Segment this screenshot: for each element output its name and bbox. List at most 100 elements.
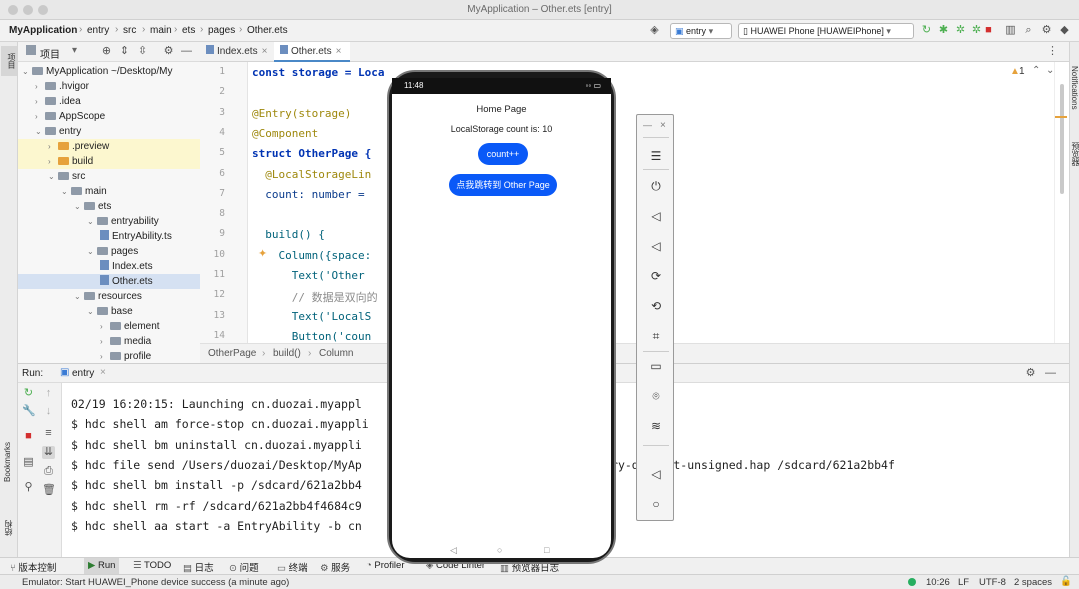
power-icon[interactable]: ⏻ xyxy=(637,179,675,194)
breadcrumb-struct[interactable]: OtherPage xyxy=(208,348,256,359)
tree-item[interactable]: ⌄ resources xyxy=(74,289,142,304)
navigate-other-page-button[interactable]: 点我跳转到 Other Page xyxy=(449,174,557,196)
rotate-icon[interactable]: ⟳ xyxy=(637,269,675,283)
chevron-right-icon[interactable]: › xyxy=(35,79,45,94)
editor-scrollbar[interactable] xyxy=(1054,62,1069,343)
wrench-icon[interactable]: 🔧 xyxy=(22,405,36,418)
chevron-down-icon[interactable]: ⌄ xyxy=(87,304,97,319)
tree-item[interactable]: ⌄ MyApplication ~/Desktop/My xyxy=(22,64,172,79)
code-line[interactable]: count: number = xyxy=(252,188,364,201)
pin-icon[interactable]: ⚲ xyxy=(22,481,35,494)
chevron-right-icon[interactable]: › xyxy=(35,94,45,109)
rerun-icon[interactable]: ↻ xyxy=(22,387,35,400)
rotate-back-icon[interactable]: ⟲ xyxy=(637,299,675,313)
chevron-down-icon[interactable]: ⌄ xyxy=(74,289,84,304)
hide-panel-icon[interactable]: — xyxy=(180,45,193,58)
chevron-right-icon[interactable]: › xyxy=(100,319,110,334)
tree-item[interactable]: Index.ets xyxy=(100,259,153,274)
chevron-down-icon[interactable]: ⌄ xyxy=(48,169,58,184)
bookmarks-tool-button[interactable]: Bookmarks xyxy=(3,442,12,482)
crumb-main[interactable]: main xyxy=(150,25,172,36)
tool-window-play[interactable]: ▶ Run xyxy=(84,558,120,574)
code-line[interactable]: Text('LocalS xyxy=(252,310,371,323)
tool-window-terminal[interactable]: ▭ 终端 xyxy=(277,560,308,574)
tab-other-ets[interactable]: Other.ets × xyxy=(274,42,350,62)
code-line[interactable]: build() { xyxy=(252,228,325,241)
tool-window-list[interactable]: ☰ TODO xyxy=(133,560,171,571)
chevron-down-icon[interactable]: ▾ xyxy=(72,45,77,56)
device-manager-icon[interactable]: ▥ xyxy=(1004,24,1017,37)
layout-icon[interactable]: ▤ xyxy=(22,456,35,469)
soft-wrap-icon[interactable]: ≡ xyxy=(42,427,55,440)
collapse-all-icon[interactable]: ⇳ xyxy=(136,45,149,58)
chevron-down-icon[interactable]: ⌄ xyxy=(61,184,71,199)
screenshot-icon[interactable]: ⌗ xyxy=(637,329,675,344)
chevron-down-icon[interactable]: ⌄ xyxy=(74,199,84,214)
arrow-down-icon[interactable]: ↓ xyxy=(42,405,55,418)
scroll-thumb[interactable] xyxy=(1060,84,1064,194)
scroll-to-end-icon[interactable]: ⇊ xyxy=(42,446,55,459)
count-increment-button[interactable]: count++ xyxy=(478,143,528,165)
location-icon[interactable]: ⌾ xyxy=(637,389,675,404)
rerun-icon[interactable]: ↻ xyxy=(920,24,933,37)
tree-item[interactable]: › element xyxy=(100,319,160,334)
arrow-up-icon[interactable]: ↑ xyxy=(42,387,55,400)
tree-item[interactable]: ⌄ entry xyxy=(35,124,81,139)
tree-item[interactable]: ⌄ main xyxy=(61,184,107,199)
code-line[interactable]: Button('coun xyxy=(252,330,371,343)
chevron-right-icon[interactable]: › xyxy=(48,154,58,169)
chevron-right-icon[interactable]: › xyxy=(100,349,110,363)
previewer-tool-button[interactable]: 预览器 xyxy=(1070,142,1079,166)
print-icon[interactable]: ⎙ xyxy=(42,465,55,478)
device-select[interactable]: ▯ HUAWEI Phone [HUAWEIPhone] ▾ xyxy=(738,23,914,39)
tree-item[interactable]: ⌄ ets xyxy=(74,199,111,214)
project-tool-button[interactable]: 项目 xyxy=(1,46,17,76)
close-icon[interactable]: × xyxy=(660,120,666,131)
gear-icon[interactable]: ⚙ xyxy=(162,45,175,58)
tree-item[interactable]: Other.ets xyxy=(100,274,153,289)
emulator-screen[interactable]: Home Page LocalStorage count is: 10 coun… xyxy=(392,78,611,558)
tool-window-profiler[interactable]: ◔ Profiler xyxy=(366,560,404,571)
structure-tool-button[interactable]: 结构 xyxy=(3,520,14,536)
crumb-module[interactable]: entry xyxy=(87,25,109,36)
chevron-right-icon[interactable]: › xyxy=(48,139,58,154)
volume-down-icon[interactable]: ◁ xyxy=(637,209,675,223)
profile-icon[interactable]: ✲ xyxy=(954,24,967,37)
close-icon[interactable]: × xyxy=(262,46,268,57)
expand-all-icon[interactable]: ⇕ xyxy=(118,45,131,58)
code-line[interactable]: struct OtherPage { xyxy=(252,147,371,160)
chevron-down-icon[interactable]: ⌄ xyxy=(22,64,32,79)
chevron-down-icon[interactable]: ⌄ xyxy=(87,244,97,259)
close-icon[interactable]: × xyxy=(100,367,106,378)
breadcrumb-component[interactable]: Column xyxy=(319,348,353,359)
hide-panel-icon[interactable]: — xyxy=(1044,367,1057,380)
tree-item[interactable]: › AppScope xyxy=(35,109,105,124)
chevron-right-icon[interactable]: › xyxy=(35,109,45,124)
tool-window-problems[interactable]: ⊙ 问题 xyxy=(229,560,259,574)
tool-window-services[interactable]: ⚙ 服务 xyxy=(320,560,350,574)
tree-item[interactable]: ⌄ pages xyxy=(87,244,138,259)
stop-icon[interactable]: ■ xyxy=(982,24,995,37)
close-icon[interactable]: × xyxy=(336,46,342,57)
code-line[interactable]: Text('Other xyxy=(252,269,365,282)
tree-item[interactable]: › .idea xyxy=(35,94,81,109)
tool-window-log[interactable]: ▤ 日志 xyxy=(183,560,214,574)
code-line[interactable]: @LocalStorageLin xyxy=(252,168,371,181)
crumb-file[interactable]: Other.ets xyxy=(247,25,288,36)
stop-icon[interactable]: ■ xyxy=(22,430,35,443)
breadcrumb-method[interactable]: build() xyxy=(273,348,301,359)
gear-icon[interactable]: ⚙ xyxy=(1024,367,1037,380)
code-line[interactable]: @Component xyxy=(252,127,318,140)
project-panel-title[interactable]: 项目 xyxy=(40,46,60,61)
tab-index-ets[interactable]: Index.ets × xyxy=(200,42,274,62)
lightbulb-icon[interactable]: ✦ xyxy=(258,247,267,260)
phone-recents-icon[interactable]: □ xyxy=(544,545,549,555)
menu-icon[interactable]: ☰ xyxy=(637,149,675,163)
status-message[interactable]: Emulator: Start HUAWEI_Phone device succ… xyxy=(22,577,289,588)
tree-item[interactable]: › .hvigor xyxy=(35,79,89,94)
chevron-up-icon[interactable]: ⌃ xyxy=(1032,65,1040,76)
debug-icon[interactable]: ✱ xyxy=(937,24,950,37)
caret-position[interactable]: 10:26 xyxy=(926,577,950,588)
lock-icon[interactable]: 🔓 xyxy=(1060,576,1072,587)
battery-icon[interactable]: ▭ xyxy=(637,359,675,373)
